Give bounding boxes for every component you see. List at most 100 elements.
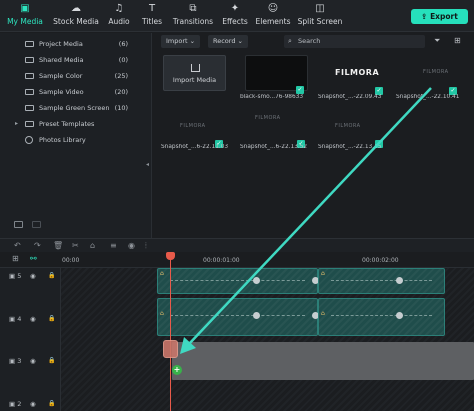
record-label: Record — [213, 37, 236, 45]
timeline-clip[interactable]: ⌂ — [318, 268, 445, 294]
media-thumb-snapshot-2[interactable]: FILMORA ✓ — [398, 55, 461, 95]
folder-photos-library[interactable]: Photos Library — [0, 133, 150, 147]
thumb-text: FILMORA — [255, 115, 281, 121]
tab-label: Split Screen — [297, 17, 343, 26]
timeline-clip[interactable]: ⌂ — [157, 298, 319, 336]
media-label: Snapshot_...-22.13.45 — [318, 144, 382, 150]
tab-label: Elements — [255, 17, 291, 26]
eye-icon[interactable]: ◉ — [30, 315, 36, 323]
folder-name: Sample Green Screen — [39, 104, 110, 112]
clip-icon: ⌂ — [160, 270, 164, 277]
color-icon[interactable]: ◉ — [128, 241, 135, 250]
folder-name: Sample Video — [39, 88, 84, 96]
media-thumb-black-smoke[interactable]: ✓ — [245, 55, 308, 94]
redo-icon[interactable]: ↷ — [34, 241, 41, 250]
folder-icon — [25, 73, 34, 79]
track-number: ▣ 3 — [9, 357, 22, 365]
folder-icon — [25, 105, 34, 111]
folder-name: Shared Media — [39, 56, 84, 64]
tab-stock-media[interactable]: ☁ Stock Media — [51, 2, 101, 30]
timecode-2s: 00:00:02:00 — [362, 257, 399, 264]
media-label: Snapshot_...-22.10.41 — [396, 94, 460, 100]
media-label: black-smo...76-98633 — [240, 94, 304, 100]
tab-titles[interactable]: T Titles — [139, 2, 165, 30]
track-header-5: ▣ 5 ◉ 🔒 — [0, 272, 61, 302]
track-number: ▣ 4 — [9, 315, 22, 323]
search-input[interactable]: ⌕ Search — [284, 35, 425, 48]
folder-count: (20) — [114, 88, 128, 96]
media-thumb-snapshot-3[interactable]: FILMORA ✓ — [163, 111, 226, 148]
media-thumb-snapshot-5[interactable]: FILMORA ✓ — [323, 111, 386, 148]
new-folder-icon[interactable] — [14, 221, 23, 228]
thumb-text: FILMORA — [335, 68, 380, 77]
record-dropdown[interactable]: Record ⌄ — [208, 35, 248, 48]
tag-icon[interactable]: ⌂ — [90, 241, 95, 250]
folder-sample-video[interactable]: Sample Video (20) — [0, 85, 150, 99]
eye-icon[interactable]: ◉ — [30, 400, 36, 408]
import-dropdown[interactable]: Import ⌄ — [161, 35, 201, 48]
tab-audio[interactable]: ♫ Audio — [105, 2, 133, 30]
folder-preset-templates[interactable]: ▸ Preset Templates — [0, 117, 150, 131]
add-icon: + — [172, 365, 182, 375]
track-number: ▣ 5 — [9, 272, 22, 280]
tab-split-screen[interactable]: ◫ Split Screen — [296, 2, 344, 30]
timeline-clip-dragged[interactable] — [172, 342, 474, 380]
undo-icon[interactable]: ↶ — [14, 241, 21, 250]
top-tab-bar: ▣ My Media ☁ Stock Media ♫ Audio T Title… — [0, 0, 474, 32]
lock-icon[interactable]: 🔒 — [48, 400, 55, 407]
playhead-handle[interactable] — [166, 252, 175, 260]
delete-icon[interactable]: 🗑 — [53, 241, 63, 250]
split-screen-icon: ◫ — [315, 3, 325, 14]
media-label: Snapshot_...6-22.13.52 — [240, 144, 308, 150]
folder-project-media[interactable]: Project Media (6) — [0, 37, 150, 51]
collapse-panel-icon[interactable]: ◂ — [146, 161, 149, 168]
clip-motion-path — [170, 280, 305, 282]
keyframe-icon[interactable] — [253, 312, 260, 319]
lock-icon[interactable]: 🔒 — [48, 315, 55, 322]
keyframe-icon[interactable] — [253, 277, 260, 284]
media-thumb-snapshot-4[interactable]: FILMORA ✓ — [245, 111, 308, 148]
cut-icon[interactable]: ✂ — [72, 241, 79, 250]
lock-icon[interactable]: 🔒 — [48, 357, 55, 364]
tab-elements[interactable]: ☺ Elements — [255, 2, 291, 30]
tab-label: Audio — [108, 17, 130, 26]
tab-label: Transitions — [172, 17, 214, 26]
import-media-tile[interactable]: Import Media — [163, 55, 226, 91]
clip-icon: ⌂ — [160, 310, 164, 317]
timeline-clip[interactable]: ⌂ — [157, 268, 319, 294]
track-headers: ▣ 5 ◉ 🔒 ▣ 4 ◉ 🔒 ▣ 3 ◉ 🔒 ▣ 2 ◉ 🔒 — [0, 268, 61, 411]
export-label: Export — [430, 12, 458, 21]
link-icon[interactable]: ⚯ — [30, 254, 37, 263]
media-label: Snapshot_...-22.09.43 — [318, 94, 382, 100]
grid-view-icon[interactable]: ⊞ — [454, 36, 461, 45]
tab-label: Titles — [142, 17, 162, 26]
folder-name: Preset Templates — [39, 120, 95, 128]
eye-icon[interactable]: ◉ — [30, 272, 36, 280]
chevron-right-icon[interactable]: ▸ — [15, 117, 18, 131]
folder-count: (6) — [118, 40, 128, 48]
clip-motion-path — [170, 315, 305, 317]
filter-icon[interactable]: ⏷ — [434, 36, 440, 46]
folder-shared-media[interactable]: Shared Media (0) — [0, 53, 150, 67]
export-button[interactable]: ⇪ Export — [411, 9, 468, 24]
eye-icon[interactable]: ◉ — [30, 357, 36, 365]
keyframe-icon[interactable] — [396, 312, 403, 319]
add-track-icon[interactable]: ⊞ — [12, 254, 19, 263]
adjust-icon[interactable]: ≡ — [110, 241, 117, 250]
elements-icon: ☺ — [267, 3, 279, 14]
timeline-clip[interactable]: ⌂ — [318, 298, 445, 336]
folder-sample-color[interactable]: Sample Color (25) — [0, 69, 150, 83]
track-header-4: ▣ 4 ◉ 🔒 — [0, 315, 61, 345]
import-icon — [191, 64, 200, 72]
keyframe-icon[interactable] — [396, 277, 403, 284]
folder-action-icon[interactable] — [32, 221, 41, 228]
tab-my-media[interactable]: ▣ My Media — [4, 2, 46, 30]
audio-wave-icon[interactable]: ⦙ — [145, 241, 147, 251]
tab-transitions[interactable]: ⧉ Transitions — [170, 2, 216, 30]
timeline-ruler[interactable]: ⊞ ⚯ 00:00 00:00:01:00 00:00:02:00 — [0, 252, 474, 268]
playhead-line[interactable] — [170, 256, 171, 411]
lock-icon[interactable]: 🔒 — [48, 272, 55, 279]
folder-sample-green-screen[interactable]: Sample Green Screen (10) — [0, 101, 150, 115]
tab-effects[interactable]: ✦ Effects — [220, 2, 250, 30]
media-thumb-snapshot-1[interactable]: FILMORA ✓ — [323, 55, 386, 95]
